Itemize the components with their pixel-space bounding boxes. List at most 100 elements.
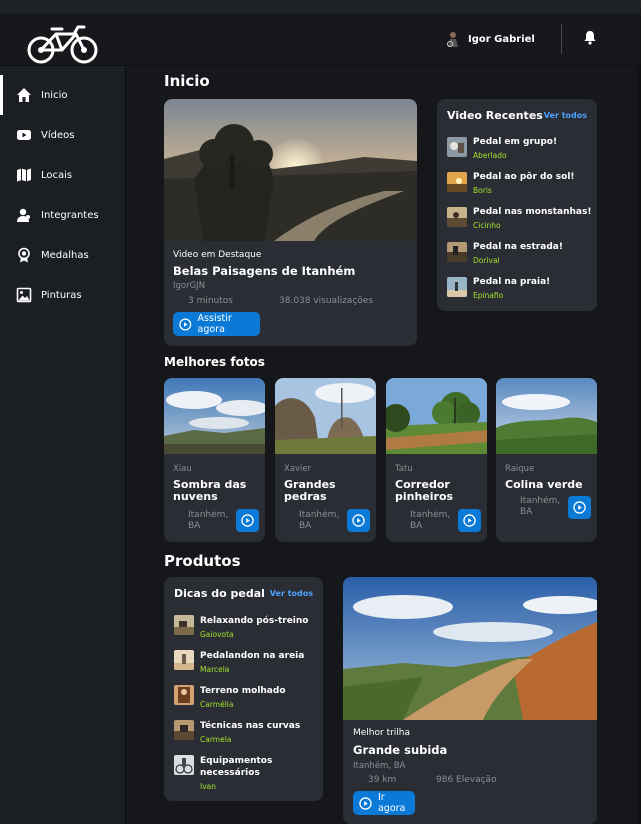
scrollbar-track[interactable] — [637, 66, 641, 824]
photo-play-button[interactable] — [236, 509, 259, 532]
products-title: Produtos — [164, 552, 241, 570]
list-item[interactable]: Pedal nas monstanhas! Cicinho — [447, 204, 592, 232]
users-icon — [17, 208, 30, 222]
home-icon — [17, 88, 31, 102]
tip-title: Equipamentos necessários — [200, 756, 273, 778]
photo-author: Raique — [505, 464, 535, 474]
best-photos-title: Melhores fotos — [164, 355, 265, 369]
best-trail-card[interactable]: Melhor trilha Grande subida Itanhém, BA … — [343, 577, 597, 824]
photo-image[interactable] — [386, 378, 487, 454]
image-icon — [16, 287, 32, 303]
video-thumbnail — [447, 172, 467, 192]
featured-duration: 3 minutos — [188, 296, 233, 306]
tip-title: Pedalandon na areia — [200, 651, 305, 661]
list-item[interactable]: Pedal na praia! Epinafio — [447, 274, 592, 302]
user-menu[interactable]: Igor Gabriel — [446, 31, 535, 47]
sidebar-item-label: Vídeos — [41, 129, 75, 141]
list-item[interactable]: Pedal na estrada! Dorival — [447, 239, 592, 267]
header-divider — [561, 24, 562, 54]
trail-location: Itanhém, BA — [353, 761, 406, 771]
play-icon — [241, 514, 254, 527]
video-thumbnail — [447, 242, 467, 262]
photo-play-button[interactable] — [347, 509, 370, 532]
featured-video-card[interactable]: Video em Destaque Belas Paisagens de Ita… — [164, 99, 417, 346]
sidebar-item-videos[interactable]: Vídeos — [0, 115, 126, 155]
photo-location: Itanhém, BA — [299, 510, 340, 531]
trail-title[interactable]: Grande subida — [353, 743, 447, 757]
main-content: Inicio Video em Destaque Belas Paisagens… — [126, 66, 641, 824]
photo-card[interactable]: Xiau Sombra das nuvens Itanhém, BA — [164, 378, 265, 542]
tip-thumbnail — [174, 650, 194, 670]
video-author: Cicinho — [473, 221, 501, 230]
recent-videos-title: Video Recentes — [447, 109, 543, 122]
featured-tag: Video em Destaque — [173, 250, 262, 260]
go-now-button[interactable]: Ir agora — [353, 791, 415, 815]
recent-videos-card: Video Recentes Ver todos Pedal em grupo!… — [437, 99, 597, 311]
bike-logo-icon[interactable] — [26, 22, 100, 66]
medal-icon — [18, 247, 30, 263]
bell-icon[interactable] — [583, 29, 597, 45]
avatar — [447, 32, 458, 47]
list-item[interactable]: Pedal ao pôr do sol! Boris — [447, 169, 592, 197]
sidebar-item-medalhas[interactable]: Medalhas — [0, 235, 126, 275]
photo-author: Xiau — [173, 464, 192, 474]
trail-distance: 39 km — [368, 775, 397, 785]
photo-author: Xavier — [284, 464, 312, 474]
tip-author: Carmela — [200, 735, 232, 744]
photo-title: Corredor pinheiros — [395, 478, 454, 503]
video-title: Pedal na estrada! — [473, 242, 563, 252]
tip-author: Carmélia — [200, 700, 234, 709]
photo-image[interactable] — [496, 378, 597, 454]
play-icon — [179, 317, 192, 331]
video-author: Dorival — [473, 256, 500, 265]
sidebar-item-label: Medalhas — [41, 249, 89, 261]
photo-card[interactable]: Raique Colina verde Itanhém, BA — [496, 378, 597, 542]
tips-see-all-link[interactable]: Ver todos — [270, 589, 313, 598]
tips-title: Dicas do pedal — [174, 587, 265, 600]
photo-card[interactable]: Tatu Corredor pinheiros Itanhém, BA — [386, 378, 487, 542]
photo-card[interactable]: Xavier Grandes pedras Itanhém, BA — [275, 378, 376, 542]
tip-title: Técnicas nas curvas — [200, 721, 301, 731]
photo-title: Colina verde — [505, 478, 583, 491]
play-icon — [463, 514, 476, 527]
youtube-icon — [17, 130, 31, 140]
watch-now-label: Assistir agora — [197, 313, 232, 335]
sidebar-item-locais[interactable]: Locais — [0, 155, 126, 195]
list-item[interactable]: Pedal em grupo! Aberlado — [447, 134, 592, 162]
tip-author: Marcela — [200, 665, 230, 674]
sidebar-item-label: Integrantes — [41, 209, 99, 221]
featured-video-thumbnail[interactable] — [164, 99, 417, 241]
sidebar-item-inicio[interactable]: Inicio — [0, 75, 126, 115]
featured-author: IgorGJN — [173, 281, 206, 291]
photo-image[interactable] — [275, 378, 376, 454]
photo-play-button[interactable] — [458, 509, 481, 532]
sidebar-item-integrantes[interactable]: Integrantes — [0, 195, 126, 235]
video-title: Pedal na praia! — [473, 277, 551, 287]
map-icon — [17, 168, 31, 182]
user-name: Igor Gabriel — [468, 33, 535, 45]
tip-thumbnail — [174, 615, 194, 635]
video-title: Pedal ao pôr do sol! — [473, 172, 575, 182]
trail-tag: Melhor trilha — [353, 728, 411, 738]
recent-see-all-link[interactable]: Ver todos — [544, 111, 587, 120]
trail-image[interactable] — [343, 577, 597, 720]
photo-title: Sombra das nuvens — [173, 478, 247, 503]
video-title: Pedal nas monstanhas! — [473, 207, 592, 217]
photo-play-button[interactable] — [568, 496, 591, 519]
go-now-label: Ir agora — [377, 792, 406, 814]
featured-title[interactable]: Belas Paisagens de Itanhém — [173, 264, 355, 278]
tip-author: Ivan — [200, 782, 216, 791]
watch-now-button[interactable]: Assistir agora — [173, 312, 260, 336]
photo-image[interactable] — [164, 378, 265, 454]
photo-location: Itanhém, BA — [520, 496, 561, 517]
video-author: Boris — [473, 186, 492, 195]
page-title: Inicio — [164, 72, 210, 90]
sidebar-item-label: Inicio — [41, 89, 68, 101]
sidebar-item-pinturas[interactable]: Pinturas — [0, 275, 126, 315]
top-bar: Igor Gabriel — [0, 0, 641, 66]
featured-views: 38.038 visualizações — [279, 296, 374, 306]
video-thumbnail — [447, 207, 467, 227]
play-icon — [352, 514, 365, 527]
video-thumbnail — [447, 137, 467, 157]
video-title: Pedal em grupo! — [473, 137, 558, 147]
